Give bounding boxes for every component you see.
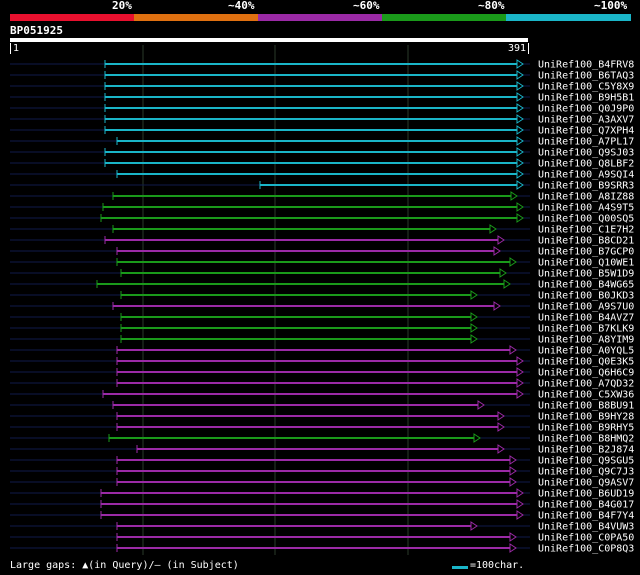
- hit-arrow-icon: [516, 169, 524, 179]
- hit-arrow-icon: [470, 323, 478, 333]
- percent-label: ~80%: [478, 0, 505, 12]
- hit-arrow-icon: [516, 158, 524, 168]
- hit-label[interactable]: UniRef100_B4VUW3: [538, 522, 634, 533]
- hit-label[interactable]: UniRef100_B9SRR3: [538, 181, 634, 192]
- hit-arrow-icon: [509, 466, 517, 476]
- hit-arrow-icon: [499, 268, 507, 278]
- hit-arrow-icon: [493, 301, 501, 311]
- hit-arrow-icon: [509, 543, 517, 553]
- hit-arrow-icon: [509, 345, 517, 355]
- hit-arrow-icon: [516, 103, 524, 113]
- hit-arrow-icon: [509, 477, 517, 487]
- hit-arrow-icon: [470, 521, 478, 531]
- hit-label[interactable]: UniRef100_Q0J9P0: [538, 104, 634, 115]
- hit-label[interactable]: UniRef100_B7GCP0: [538, 247, 634, 258]
- hit-label[interactable]: UniRef100_A7PL17: [538, 137, 634, 148]
- hit-label[interactable]: UniRef100_A8IZ88: [538, 192, 634, 203]
- hit-label[interactable]: UniRef100_A9S7U0: [538, 302, 634, 313]
- hit-arrow-icon: [497, 422, 505, 432]
- hit-label[interactable]: UniRef100_C1E7H2: [538, 225, 634, 236]
- hit-arrow-icon: [516, 213, 524, 223]
- hit-label[interactable]: UniRef100_B8CD21: [538, 236, 634, 247]
- hit-label[interactable]: UniRef100_A9SQI4: [538, 170, 634, 181]
- hit-label[interactable]: UniRef100_B4F7Y4: [538, 511, 634, 522]
- hit-label[interactable]: UniRef100_C0P8Q3: [538, 544, 634, 555]
- hit-arrow-icon: [516, 70, 524, 80]
- hit-arrow-icon: [516, 367, 524, 377]
- hit-label[interactable]: UniRef100_C5Y8X9: [538, 82, 634, 93]
- hit-arrow-icon: [509, 455, 517, 465]
- hit-arrow-icon: [516, 378, 524, 388]
- hit-arrow-icon: [516, 389, 524, 399]
- hit-arrow-icon: [477, 400, 485, 410]
- hit-label[interactable]: UniRef100_B9RHY5: [538, 423, 634, 434]
- hit-arrow-icon: [516, 356, 524, 366]
- hit-label[interactable]: UniRef100_Q9SGU5: [538, 456, 634, 467]
- hit-label[interactable]: UniRef100_C5XW36: [538, 390, 634, 401]
- hit-arrow-icon: [509, 257, 517, 267]
- hit-label[interactable]: UniRef100_Q8LBF2: [538, 159, 634, 170]
- hit-label[interactable]: UniRef100_Q00SQ5: [538, 214, 634, 225]
- hit-label[interactable]: UniRef100_Q9SJ03: [538, 148, 634, 159]
- hit-arrow-icon: [516, 114, 524, 124]
- scale-text: =100char.: [470, 560, 525, 571]
- hit-label[interactable]: UniRef100_Q9C7J3: [538, 467, 634, 478]
- hit-label[interactable]: UniRef100_B6TAQ3: [538, 71, 634, 82]
- hit-arrow-icon: [516, 147, 524, 157]
- hit-label[interactable]: UniRef100_A8YIM9: [538, 335, 634, 346]
- hit-arrow-icon: [516, 125, 524, 135]
- hit-arrow-icon: [516, 92, 524, 102]
- hits-panel: UniRef100_B4FRV8UniRef100_B6TAQ3UniRef10…: [10, 45, 634, 555]
- hit-arrow-icon: [470, 334, 478, 344]
- hit-label[interactable]: UniRef100_B6UD19: [538, 489, 634, 500]
- hit-label[interactable]: UniRef100_Q0E3K5: [538, 357, 634, 368]
- hit-arrow-icon: [470, 290, 478, 300]
- hit-arrow-icon: [493, 246, 501, 256]
- scale-line: [452, 566, 468, 569]
- hit-label[interactable]: UniRef100_A0YQL5: [538, 346, 634, 357]
- hit-arrow-icon: [516, 136, 524, 146]
- hit-arrow-icon: [516, 202, 524, 212]
- hit-label[interactable]: UniRef100_B2J874: [538, 445, 634, 456]
- hit-arrow-icon: [516, 59, 524, 69]
- hit-arrow-icon: [489, 224, 497, 234]
- hit-arrow-icon: [497, 235, 505, 245]
- hit-label[interactable]: UniRef100_B4FRV8: [538, 60, 634, 71]
- hit-label[interactable]: UniRef100_B4WG65: [538, 280, 634, 291]
- hit-arrow-icon: [497, 411, 505, 421]
- hit-arrow-icon: [516, 81, 524, 91]
- hit-label[interactable]: UniRef100_Q10WE1: [538, 258, 634, 269]
- percent-label: 20%: [112, 0, 132, 12]
- hit-label[interactable]: UniRef100_Q7XPH4: [538, 126, 634, 137]
- hit-label[interactable]: UniRef100_B5W1D9: [538, 269, 634, 280]
- hit-arrow-icon: [510, 191, 518, 201]
- hit-arrow-icon: [516, 510, 524, 520]
- hit-arrow-icon: [470, 312, 478, 322]
- hit-label[interactable]: UniRef100_B8HMQ2: [538, 434, 634, 445]
- hit-arrow-icon: [497, 444, 505, 454]
- hit-label[interactable]: UniRef100_Q6H6C9: [538, 368, 634, 379]
- hit-label[interactable]: UniRef100_B0JKD3: [538, 291, 634, 302]
- hit-label[interactable]: UniRef100_B9HY28: [538, 412, 634, 423]
- percent-label: ~40%: [228, 0, 255, 12]
- hit-arrow-icon: [516, 180, 524, 190]
- large-gaps-legend: Large gaps: ▲(in Query)/— (in Subject): [10, 560, 239, 571]
- hit-label[interactable]: UniRef100_A3AXV7: [538, 115, 634, 126]
- hit-label[interactable]: UniRef100_A4S9T5: [538, 203, 634, 214]
- hit-label[interactable]: UniRef100_B4G017: [538, 500, 634, 511]
- percent-label: ~100%: [594, 0, 628, 12]
- hit-label[interactable]: UniRef100_Q9ASV7: [538, 478, 634, 489]
- hit-label[interactable]: UniRef100_C0PA50: [538, 533, 634, 544]
- hit-arrow-icon: [509, 532, 517, 542]
- hit-arrow-icon: [516, 488, 524, 498]
- hit-arrow-icon: [473, 433, 481, 443]
- hit-label[interactable]: UniRef100_B7KLK9: [538, 324, 634, 335]
- hit-arrow-icon: [503, 279, 511, 289]
- hit-label[interactable]: UniRef100_B4AVZ7: [538, 313, 634, 324]
- hit-arrow-icon: [516, 499, 524, 509]
- hit-label[interactable]: UniRef100_B9H5B1: [538, 93, 634, 104]
- hit-label[interactable]: UniRef100_B8BU91: [538, 401, 634, 412]
- percent-label: ~60%: [353, 0, 380, 12]
- hit-label[interactable]: UniRef100_A7QD32: [538, 379, 634, 390]
